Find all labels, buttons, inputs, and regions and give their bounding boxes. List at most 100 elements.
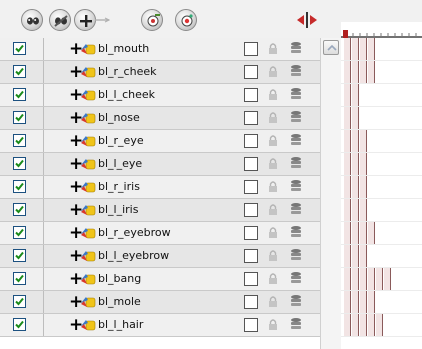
hide-all-icon[interactable] — [49, 9, 71, 31]
timeline-frame[interactable] — [344, 199, 351, 221]
visibility-checkbox[interactable] — [13, 65, 26, 78]
timeline-row[interactable] — [341, 107, 422, 130]
visibility-checkbox[interactable] — [13, 134, 26, 147]
timeline-split-icon[interactable] — [296, 11, 318, 29]
layer-row[interactable]: + bl_r_eye — [0, 130, 320, 153]
layer-color-swatch[interactable] — [244, 157, 258, 171]
visibility-checkbox[interactable] — [13, 203, 26, 216]
timeline-frame[interactable] — [368, 61, 375, 83]
timeline-frame[interactable] — [352, 107, 359, 129]
timeline-row[interactable] — [341, 61, 422, 84]
layer-color-swatch[interactable] — [244, 111, 258, 125]
timeline-frame[interactable] — [344, 130, 351, 152]
timeline-frame[interactable] — [344, 61, 351, 83]
lock-icon[interactable] — [268, 134, 278, 147]
timeline-frame[interactable] — [352, 176, 359, 198]
layer-scrollbar[interactable] — [320, 38, 341, 349]
layer-row[interactable]: + bl_l_hair — [0, 314, 320, 337]
layer-row[interactable]: + bl_l_eyebrow — [0, 245, 320, 268]
timeline-frame[interactable] — [360, 245, 367, 267]
timeline-row[interactable] — [341, 268, 422, 291]
timeline-frame[interactable] — [360, 222, 367, 244]
timeline-row[interactable] — [341, 245, 422, 268]
timeline-frame[interactable] — [384, 268, 391, 290]
timeline-frame[interactable] — [360, 38, 367, 60]
timeline-frame[interactable] — [368, 268, 375, 290]
lock-icon[interactable] — [268, 111, 278, 124]
timeline-frame[interactable] — [352, 84, 359, 106]
visibility-checkbox[interactable] — [13, 180, 26, 193]
scroll-up-button[interactable] — [323, 40, 339, 55]
timeline-frame[interactable] — [344, 153, 351, 175]
timeline-frame[interactable] — [344, 176, 351, 198]
layer-stack-icon[interactable] — [290, 248, 302, 263]
layer-color-swatch[interactable] — [244, 226, 258, 240]
timeline-frame[interactable] — [352, 222, 359, 244]
timeline-frame[interactable] — [352, 314, 359, 336]
timeline-frame[interactable] — [344, 268, 351, 290]
timeline-frame[interactable] — [344, 107, 351, 129]
layer-stack-icon[interactable] — [290, 202, 302, 217]
timeline-frame[interactable] — [344, 84, 351, 106]
lock-icon[interactable] — [268, 180, 278, 193]
dropdown-arrow-icon[interactable] — [94, 17, 110, 23]
timeline-frame[interactable] — [352, 130, 359, 152]
layer-stack-icon[interactable] — [290, 294, 302, 309]
layer-stack-icon[interactable] — [290, 110, 302, 125]
lock-icon[interactable] — [268, 157, 278, 170]
layer-name[interactable]: bl_r_cheek — [98, 65, 157, 78]
layer-name[interactable]: bl_r_eye — [98, 134, 144, 147]
layer-name[interactable]: bl_bang — [98, 272, 141, 285]
timeline-row[interactable] — [341, 153, 422, 176]
timeline-frame[interactable] — [360, 61, 367, 83]
layer-name[interactable]: bl_l_hair — [98, 318, 143, 331]
timeline-frame[interactable] — [352, 153, 359, 175]
layer-name[interactable]: bl_l_eyebrow — [98, 249, 169, 262]
layer-stack-icon[interactable] — [290, 271, 302, 286]
timeline-row[interactable] — [341, 38, 422, 61]
visibility-checkbox[interactable] — [13, 111, 26, 124]
timeline-row[interactable] — [341, 222, 422, 245]
layer-name[interactable]: bl_nose — [98, 111, 140, 124]
layer-row[interactable]: + bl_l_eye — [0, 153, 320, 176]
layer-name[interactable]: bl_r_iris — [98, 180, 140, 193]
timeline-frame[interactable] — [376, 314, 383, 336]
timeline-frame[interactable] — [344, 291, 351, 313]
layer-name[interactable]: bl_l_cheek — [98, 88, 155, 101]
timeline-frame[interactable] — [344, 222, 351, 244]
layer-color-swatch[interactable] — [244, 65, 258, 79]
layer-color-swatch[interactable] — [244, 88, 258, 102]
add-layers-icon[interactable] — [74, 9, 96, 31]
layer-row[interactable]: + bl_nose — [0, 107, 320, 130]
frame-ruler[interactable] — [341, 30, 422, 38]
timeline-row[interactable] — [341, 84, 422, 107]
layer-stack-icon[interactable] — [290, 64, 302, 79]
timeline-frame[interactable] — [368, 38, 375, 60]
layer-stack-icon[interactable] — [290, 225, 302, 240]
timeline-frame[interactable] — [352, 291, 359, 313]
show-all-icon[interactable] — [21, 9, 43, 31]
timeline-frame[interactable] — [360, 130, 367, 152]
visibility-checkbox[interactable] — [13, 88, 26, 101]
timeline-frame[interactable] — [352, 61, 359, 83]
lock-icon[interactable] — [268, 65, 278, 78]
timeline-frame[interactable] — [344, 38, 351, 60]
layer-stack-icon[interactable] — [290, 41, 302, 56]
timeline-frame[interactable] — [352, 268, 359, 290]
layer-row[interactable]: + bl_r_iris — [0, 176, 320, 199]
lock-icon[interactable] — [268, 272, 278, 285]
timeline-grid[interactable] — [341, 38, 422, 349]
layer-row[interactable]: + bl_l_cheek — [0, 84, 320, 107]
layer-stack-icon[interactable] — [290, 156, 302, 171]
timeline-row[interactable] — [341, 291, 422, 314]
timeline-row[interactable] — [341, 314, 422, 337]
timeline-row[interactable] — [341, 130, 422, 153]
timeline-frame[interactable] — [352, 245, 359, 267]
timeline-frame[interactable] — [360, 314, 367, 336]
layer-color-swatch[interactable] — [244, 318, 258, 332]
timeline-frame[interactable] — [352, 199, 359, 221]
visibility-checkbox[interactable] — [13, 295, 26, 308]
layer-row[interactable]: + bl_bang — [0, 268, 320, 291]
timeline-frame[interactable] — [368, 222, 375, 244]
layer-stack-icon[interactable] — [290, 317, 302, 332]
